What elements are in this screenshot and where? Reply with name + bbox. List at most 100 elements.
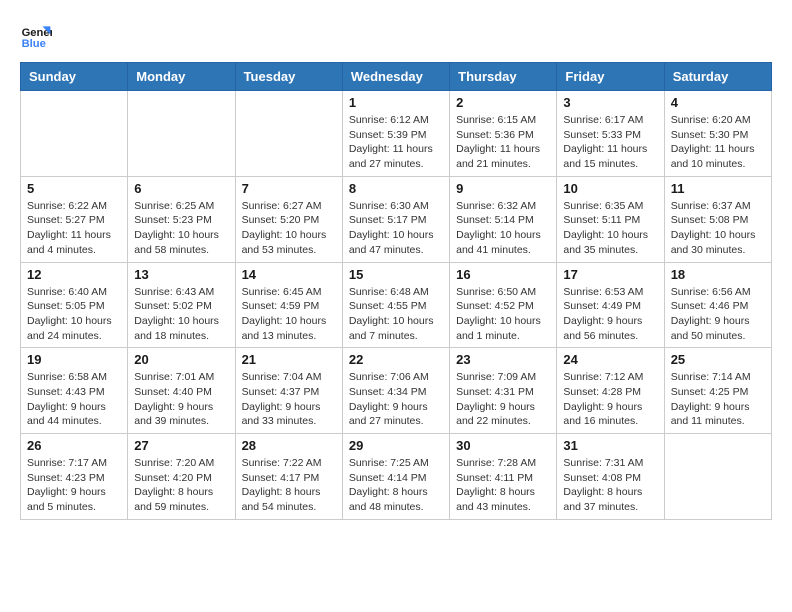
calendar-cell: 19 Sunrise: 6:58 AM Sunset: 4:43 PM Dayli…	[21, 348, 128, 434]
day-number: 25	[671, 352, 765, 367]
day-info: Sunrise: 7:22 AM Sunset: 4:17 PM Dayligh…	[242, 456, 336, 515]
day-info: Sunrise: 7:20 AM Sunset: 4:20 PM Dayligh…	[134, 456, 228, 515]
day-info: Sunrise: 6:25 AM Sunset: 5:23 PM Dayligh…	[134, 199, 228, 258]
day-info: Sunrise: 6:37 AM Sunset: 5:08 PM Dayligh…	[671, 199, 765, 258]
calendar-cell: 27 Sunrise: 7:20 AM Sunset: 4:20 PM Dayli…	[128, 434, 235, 520]
day-number: 2	[456, 95, 550, 110]
calendar-week-row: 1 Sunrise: 6:12 AM Sunset: 5:39 PM Daylig…	[21, 91, 772, 177]
day-info: Sunrise: 7:06 AM Sunset: 4:34 PM Dayligh…	[349, 370, 443, 429]
weekday-header: Thursday	[450, 63, 557, 91]
calendar-cell: 15 Sunrise: 6:48 AM Sunset: 4:55 PM Dayli…	[342, 262, 449, 348]
day-info: Sunrise: 6:22 AM Sunset: 5:27 PM Dayligh…	[27, 199, 121, 258]
day-number: 28	[242, 438, 336, 453]
day-info: Sunrise: 6:43 AM Sunset: 5:02 PM Dayligh…	[134, 285, 228, 344]
calendar-cell: 6 Sunrise: 6:25 AM Sunset: 5:23 PM Daylig…	[128, 176, 235, 262]
calendar-cell: 18Sunrise: 6:56 AM Sunset: 4:46 PM Dayli…	[664, 262, 771, 348]
day-number: 14	[242, 267, 336, 282]
day-number: 8	[349, 181, 443, 196]
day-number: 17	[563, 267, 657, 282]
day-info: Sunrise: 6:45 AM Sunset: 4:59 PM Dayligh…	[242, 285, 336, 344]
day-info: Sunrise: 7:01 AM Sunset: 4:40 PM Dayligh…	[134, 370, 228, 429]
day-info: Sunrise: 6:12 AM Sunset: 5:39 PM Dayligh…	[349, 113, 443, 172]
day-info: Sunrise: 6:15 AM Sunset: 5:36 PM Dayligh…	[456, 113, 550, 172]
day-info: Sunrise: 7:09 AM Sunset: 4:31 PM Dayligh…	[456, 370, 550, 429]
day-info: Sunrise: 7:17 AM Sunset: 4:23 PM Dayligh…	[27, 456, 121, 515]
weekday-header: Tuesday	[235, 63, 342, 91]
day-number: 27	[134, 438, 228, 453]
calendar-cell: 14 Sunrise: 6:45 AM Sunset: 4:59 PM Dayli…	[235, 262, 342, 348]
day-info: Sunrise: 6:17 AM Sunset: 5:33 PM Dayligh…	[563, 113, 657, 172]
calendar-cell	[664, 434, 771, 520]
calendar-week-row: 12 Sunrise: 6:40 AM Sunset: 5:05 PM Dayli…	[21, 262, 772, 348]
calendar-week-row: 19 Sunrise: 6:58 AM Sunset: 4:43 PM Dayli…	[21, 348, 772, 434]
day-number: 15	[349, 267, 443, 282]
day-number: 22	[349, 352, 443, 367]
page-header: General Blue	[20, 20, 772, 52]
calendar-cell: 17 Sunrise: 6:53 AM Sunset: 4:49 PM Dayli…	[557, 262, 664, 348]
day-info: Sunrise: 6:35 AM Sunset: 5:11 PM Dayligh…	[563, 199, 657, 258]
day-number: 24	[563, 352, 657, 367]
calendar-cell	[21, 91, 128, 177]
day-number: 31	[563, 438, 657, 453]
weekday-header: Saturday	[664, 63, 771, 91]
calendar-cell: 16 Sunrise: 6:50 AM Sunset: 4:52 PM Dayli…	[450, 262, 557, 348]
day-number: 26	[27, 438, 121, 453]
calendar-cell: 11 Sunrise: 6:37 AM Sunset: 5:08 PM Dayli…	[664, 176, 771, 262]
day-number: 29	[349, 438, 443, 453]
calendar-cell: 29 Sunrise: 7:25 AM Sunset: 4:14 PM Dayli…	[342, 434, 449, 520]
calendar-cell: 31 Sunrise: 7:31 AM Sunset: 4:08 PM Dayli…	[557, 434, 664, 520]
weekday-header: Sunday	[21, 63, 128, 91]
day-number: 5	[27, 181, 121, 196]
day-info: Sunrise: 6:58 AM Sunset: 4:43 PM Dayligh…	[27, 370, 121, 429]
day-info: Sunrise: 6:30 AM Sunset: 5:17 PM Dayligh…	[349, 199, 443, 258]
day-number: 19	[27, 352, 121, 367]
calendar-cell: 2 Sunrise: 6:15 AM Sunset: 5:36 PM Daylig…	[450, 91, 557, 177]
calendar-cell: 8 Sunrise: 6:30 AM Sunset: 5:17 PM Daylig…	[342, 176, 449, 262]
day-number: 16	[456, 267, 550, 282]
day-info: Sunrise: 7:04 AM Sunset: 4:37 PM Dayligh…	[242, 370, 336, 429]
day-number: 12	[27, 267, 121, 282]
day-info: Sunrise: 6:20 AM Sunset: 5:30 PM Dayligh…	[671, 113, 765, 172]
weekday-header: Wednesday	[342, 63, 449, 91]
day-number: 1	[349, 95, 443, 110]
day-number: 4	[671, 95, 765, 110]
logo-icon: General Blue	[20, 20, 52, 52]
svg-text:Blue: Blue	[22, 38, 46, 50]
calendar-cell	[235, 91, 342, 177]
weekday-header: Friday	[557, 63, 664, 91]
calendar-cell: 20 Sunrise: 7:01 AM Sunset: 4:40 PM Dayli…	[128, 348, 235, 434]
calendar-cell: 22 Sunrise: 7:06 AM Sunset: 4:34 PM Dayli…	[342, 348, 449, 434]
calendar-header-row: SundayMondayTuesdayWednesdayThursdayFrid…	[21, 63, 772, 91]
calendar-week-row: 5 Sunrise: 6:22 AM Sunset: 5:27 PM Daylig…	[21, 176, 772, 262]
day-number: 18	[671, 267, 765, 282]
day-info: Sunrise: 7:25 AM Sunset: 4:14 PM Dayligh…	[349, 456, 443, 515]
day-number: 7	[242, 181, 336, 196]
day-number: 11	[671, 181, 765, 196]
calendar-cell: 28 Sunrise: 7:22 AM Sunset: 4:17 PM Dayli…	[235, 434, 342, 520]
day-number: 3	[563, 95, 657, 110]
day-info: Sunrise: 6:40 AM Sunset: 5:05 PM Dayligh…	[27, 285, 121, 344]
day-info: Sunrise: 7:12 AM Sunset: 4:28 PM Dayligh…	[563, 370, 657, 429]
calendar-cell: 9Sunrise: 6:32 AM Sunset: 5:14 PM Daylig…	[450, 176, 557, 262]
calendar-week-row: 26 Sunrise: 7:17 AM Sunset: 4:23 PM Dayli…	[21, 434, 772, 520]
calendar-cell: 21 Sunrise: 7:04 AM Sunset: 4:37 PM Dayli…	[235, 348, 342, 434]
calendar-cell: 4 Sunrise: 6:20 AM Sunset: 5:30 PM Daylig…	[664, 91, 771, 177]
calendar-cell: 1 Sunrise: 6:12 AM Sunset: 5:39 PM Daylig…	[342, 91, 449, 177]
calendar-cell: 7 Sunrise: 6:27 AM Sunset: 5:20 PM Daylig…	[235, 176, 342, 262]
calendar-cell: 10Sunrise: 6:35 AM Sunset: 5:11 PM Dayli…	[557, 176, 664, 262]
calendar-cell: 3 Sunrise: 6:17 AM Sunset: 5:33 PM Daylig…	[557, 91, 664, 177]
logo: General Blue	[20, 20, 56, 52]
calendar-cell: 30 Sunrise: 7:28 AM Sunset: 4:11 PM Dayli…	[450, 434, 557, 520]
day-number: 6	[134, 181, 228, 196]
day-info: Sunrise: 7:28 AM Sunset: 4:11 PM Dayligh…	[456, 456, 550, 515]
day-number: 30	[456, 438, 550, 453]
day-number: 20	[134, 352, 228, 367]
day-info: Sunrise: 6:50 AM Sunset: 4:52 PM Dayligh…	[456, 285, 550, 344]
day-number: 21	[242, 352, 336, 367]
calendar-cell	[128, 91, 235, 177]
day-info: Sunrise: 6:48 AM Sunset: 4:55 PM Dayligh…	[349, 285, 443, 344]
day-info: Sunrise: 7:31 AM Sunset: 4:08 PM Dayligh…	[563, 456, 657, 515]
calendar-cell: 23Sunrise: 7:09 AM Sunset: 4:31 PM Dayli…	[450, 348, 557, 434]
day-info: Sunrise: 6:27 AM Sunset: 5:20 PM Dayligh…	[242, 199, 336, 258]
day-info: Sunrise: 6:53 AM Sunset: 4:49 PM Dayligh…	[563, 285, 657, 344]
